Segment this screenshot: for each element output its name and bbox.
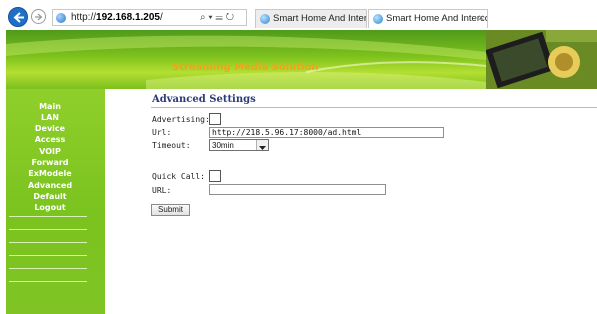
page-favicon-icon xyxy=(373,14,383,24)
sidebar-item-advanced[interactable]: Advanced xyxy=(6,181,94,191)
sidebar-divider xyxy=(9,216,87,217)
quick-call-checkbox[interactable] xyxy=(209,170,221,182)
arrow-left-icon xyxy=(13,12,24,23)
page-favicon-icon xyxy=(260,14,270,24)
arrow-right-icon xyxy=(35,13,43,21)
sidebar-item-voip[interactable]: VOIP xyxy=(6,147,94,157)
banner-title: Streaming Media Solution xyxy=(172,62,319,73)
sidebar-nav: Main LAN Device Access VOIP Forward ExMo… xyxy=(6,89,105,314)
sidebar-item-exmodele[interactable]: ExModele xyxy=(6,169,94,179)
sidebar-item-logout[interactable]: Logout xyxy=(6,203,94,213)
site-globe-icon xyxy=(56,13,66,23)
address-suffix: / xyxy=(159,12,163,23)
chevron-down-icon xyxy=(256,140,268,150)
quick-call-label: Quick Call: xyxy=(152,172,205,181)
sidebar-item-access[interactable]: Access xyxy=(6,135,94,145)
sidebar-item-device[interactable]: Device xyxy=(6,124,94,134)
advertising-checkbox[interactable] xyxy=(209,113,221,125)
address-prefix: http:// xyxy=(71,12,97,23)
forward-button[interactable] xyxy=(31,9,46,24)
timeout-selected-value: 30min xyxy=(212,141,234,150)
banner-photo-image xyxy=(486,30,597,89)
back-button[interactable] xyxy=(8,7,28,27)
sidebar-item-main[interactable]: Main xyxy=(6,102,94,112)
address-host: 192.168.1.205 xyxy=(96,12,160,23)
tab-smart-home-1[interactable]: Smart Home And Intercom Sys... xyxy=(255,9,367,28)
sidebar-divider xyxy=(9,255,87,256)
sidebar-item-forward[interactable]: Forward xyxy=(6,158,94,168)
sidebar-divider xyxy=(9,281,87,282)
quick-url-label: URL: xyxy=(152,186,172,195)
url-field[interactable]: http://218.5.96.17:8000/ad.html xyxy=(209,127,444,138)
tab-close-icon[interactable]: × xyxy=(478,10,484,28)
sidebar-divider xyxy=(9,242,87,243)
timeout-select[interactable]: 30min xyxy=(209,139,269,151)
url-label: Url: xyxy=(152,128,172,137)
tab-label: Smart Home And Intercom Sys... xyxy=(273,13,367,24)
tab-smart-home-2[interactable]: Smart Home And Intercom ... × xyxy=(368,9,488,28)
sidebar-item-lan[interactable]: LAN xyxy=(6,113,94,123)
timeout-label: Timeout: xyxy=(152,141,191,150)
page-title: Advanced Settings xyxy=(152,94,256,105)
browser-toolbar: http://192.168.1.205/ ⌕ ▾ ☰ ↻ Smart Home… xyxy=(0,0,597,30)
address-tools[interactable]: ⌕ ▾ ☰ ↻ xyxy=(200,9,252,26)
sidebar-divider xyxy=(9,229,87,230)
sidebar-item-default[interactable]: Default xyxy=(6,192,94,202)
address-text: http://192.168.1.205/ xyxy=(71,11,163,25)
advertising-label: Advertising: xyxy=(152,115,210,124)
sidebar-divider xyxy=(9,268,87,269)
submit-button[interactable]: Submit xyxy=(151,204,190,216)
tab-label: Smart Home And Intercom ... xyxy=(386,13,487,24)
quick-url-field[interactable] xyxy=(209,184,386,195)
header-banner: Streaming Media Solution xyxy=(6,30,597,89)
title-divider xyxy=(151,107,597,108)
